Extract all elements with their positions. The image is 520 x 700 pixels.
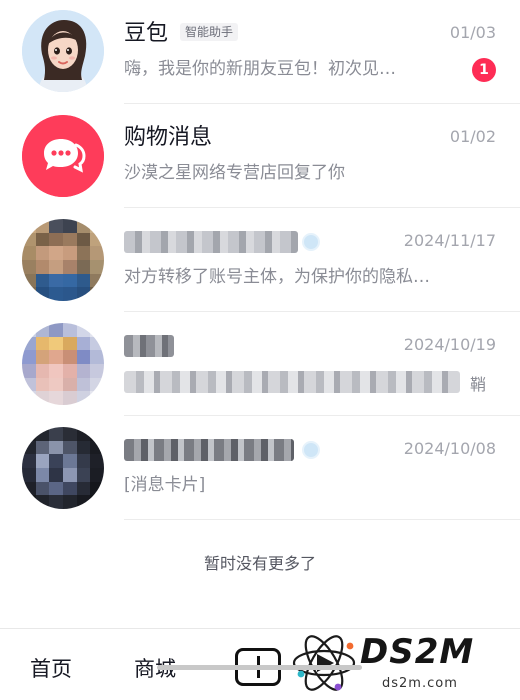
conversation-date: 2024/11/17: [403, 231, 496, 250]
obscured-name: [124, 335, 174, 357]
obscured-name: [124, 439, 294, 461]
unread-badge: 1: [472, 58, 496, 82]
watermark-url: ds2m.com: [382, 676, 458, 691]
verified-icon: [302, 233, 320, 251]
conversation-item-doubao[interactable]: 豆包 智能助手 01/03 嗨，我是你的新朋友豆包！初次见… 1: [0, 0, 520, 104]
obscured-preview: [124, 371, 460, 393]
divider: [124, 519, 520, 520]
chat-bubble-icon: [22, 115, 104, 197]
pixelated-avatar[interactable]: [22, 323, 104, 405]
conversation-preview: [消息卡片]: [124, 475, 206, 495]
pixelated-avatar[interactable]: [22, 427, 104, 509]
conversation-preview: 嗨，我是你的新朋友豆包！初次见…: [124, 59, 396, 79]
conversation-item-5[interactable]: 2024/10/08 [消息卡片]: [0, 416, 520, 520]
conversation-name: 豆包: [124, 21, 169, 46]
conversation-date: 2024/10/19: [403, 335, 496, 354]
obscured-name: [124, 231, 298, 253]
pixelated-photo-icon: [22, 219, 104, 301]
conversation-date: 01/02: [449, 127, 496, 146]
conversation-item-4[interactable]: 2024/10/19 鞘: [0, 312, 520, 416]
watermark-brand: DS2M: [360, 632, 475, 672]
doubao-avatar[interactable]: [22, 10, 104, 92]
shopping-avatar[interactable]: [22, 115, 104, 197]
conversation-item-shopping[interactable]: 购物消息 01/02 沙漠之星网络专营店回复了你: [0, 104, 520, 208]
conversation-name: 购物消息: [124, 125, 213, 150]
pixelated-photo-icon: [22, 323, 104, 405]
nav-home[interactable]: 首页: [30, 653, 72, 683]
conversation-date: 2024/10/08: [403, 439, 496, 458]
atom-logo-icon: [292, 635, 356, 691]
verified-icon: [302, 441, 320, 459]
conversation-preview: 沙漠之星网络专营店回复了你: [124, 163, 345, 183]
ds2m-watermark: DS2M ds2m.com: [290, 630, 515, 696]
assistant-tag: 智能助手: [180, 23, 239, 41]
conversation-preview: 对方转移了账号主体，为保护你的隐私…: [124, 267, 430, 287]
home-indicator: [157, 665, 362, 670]
pixelated-avatar[interactable]: [22, 219, 104, 301]
cartoon-girl-avatar-icon: [22, 10, 104, 92]
conversation-item-3[interactable]: 2024/11/17 对方转移了账号主体，为保护你的隐私…: [0, 208, 520, 312]
conversation-date: 01/03: [449, 23, 496, 42]
preview-tail: 鞘: [470, 375, 487, 394]
conversation-list: 豆包 智能助手 01/03 嗨，我是你的新朋友豆包！初次见… 1 购物消息 01…: [0, 0, 520, 520]
end-of-list-note: 暂时没有更多了: [203, 554, 316, 573]
pixelated-photo-icon: [22, 427, 104, 509]
